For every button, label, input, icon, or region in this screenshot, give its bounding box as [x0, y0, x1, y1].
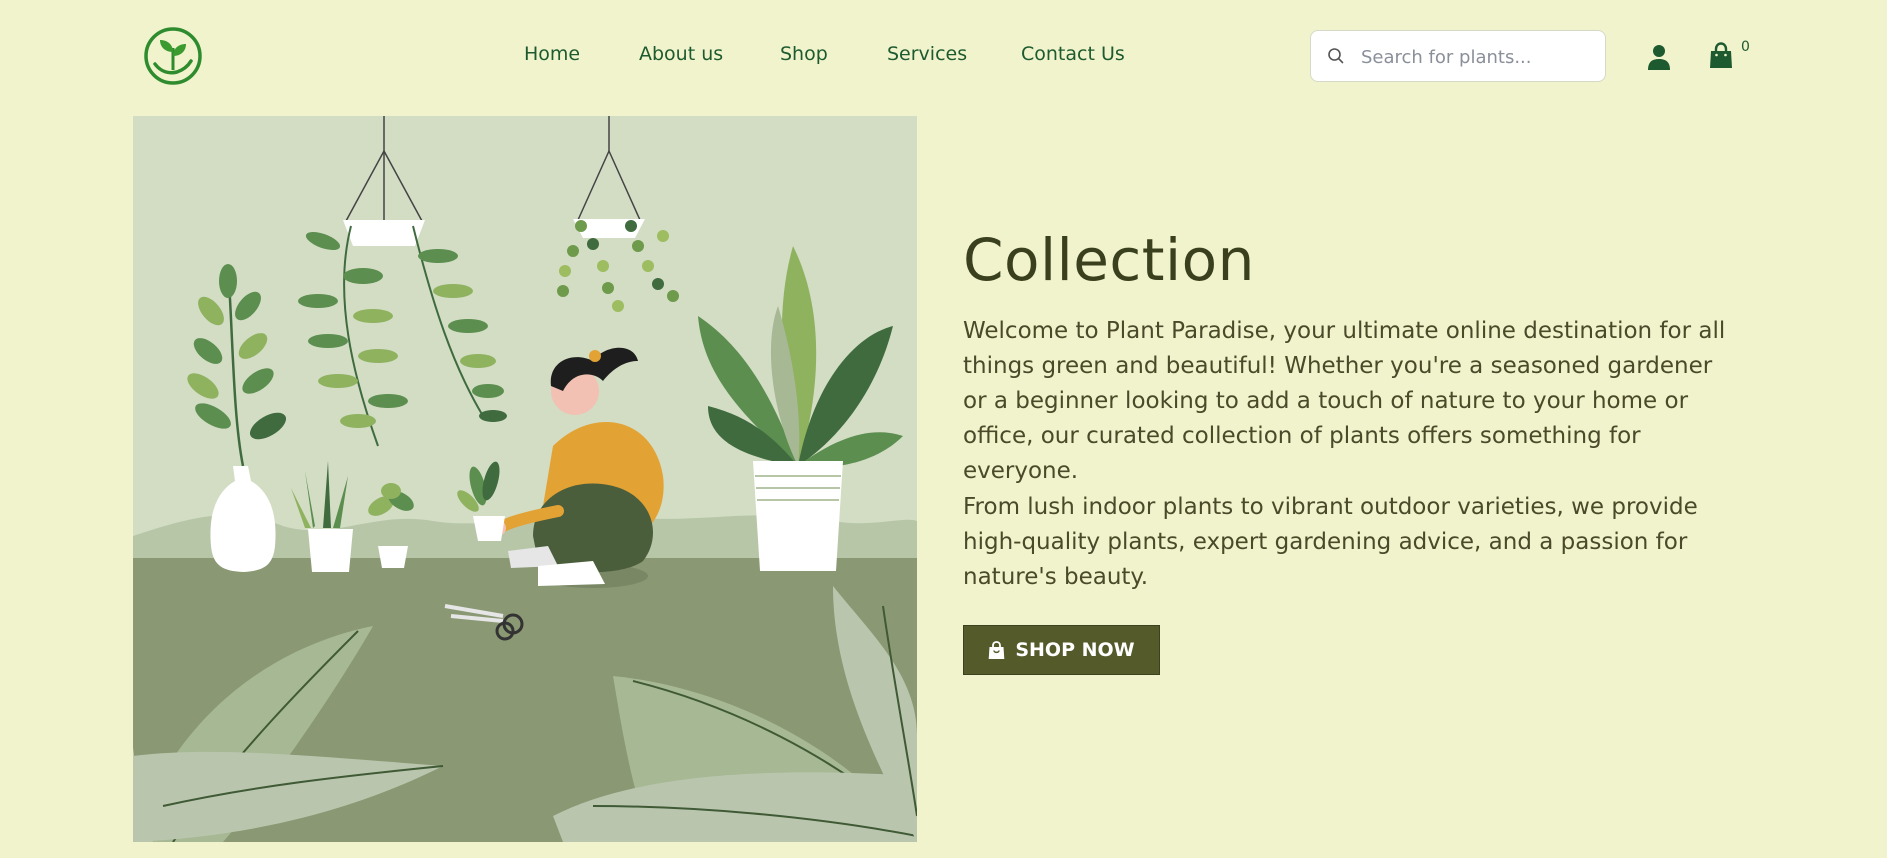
nav-contact-us[interactable]: Contact Us: [1021, 43, 1125, 65]
shop-now-button[interactable]: SHOP NOW: [963, 625, 1160, 675]
hero-content: Collection Welcome to Plant Paradise, yo…: [963, 222, 1743, 590]
hero-illustration: [133, 116, 917, 842]
nav-home[interactable]: Home: [524, 43, 580, 65]
nav-about-us[interactable]: About us: [639, 43, 723, 65]
logo-icon[interactable]: [143, 26, 203, 86]
search-box: [1310, 30, 1606, 82]
search-icon: [1328, 48, 1344, 64]
nav-shop[interactable]: Shop: [780, 43, 828, 65]
user-icon[interactable]: [1646, 43, 1672, 71]
shopping-bag-icon[interactable]: [1708, 42, 1734, 70]
intro-paragraph: Welcome to Plant Paradise, your ultimate…: [963, 318, 1726, 484]
secondary-paragraph: From lush indoor plants to vibrant outdo…: [963, 494, 1698, 590]
site-header: Home About us Shop Services Contact Us 0: [0, 0, 1887, 114]
page-title: Collection: [963, 226, 1255, 294]
cart-count-badge: 0: [1741, 39, 1750, 55]
search-input[interactable]: [1359, 39, 1595, 75]
nav-services[interactable]: Services: [887, 43, 967, 65]
shopping-bag-icon: [989, 640, 1005, 659]
shop-now-label: SHOP NOW: [1015, 639, 1135, 661]
